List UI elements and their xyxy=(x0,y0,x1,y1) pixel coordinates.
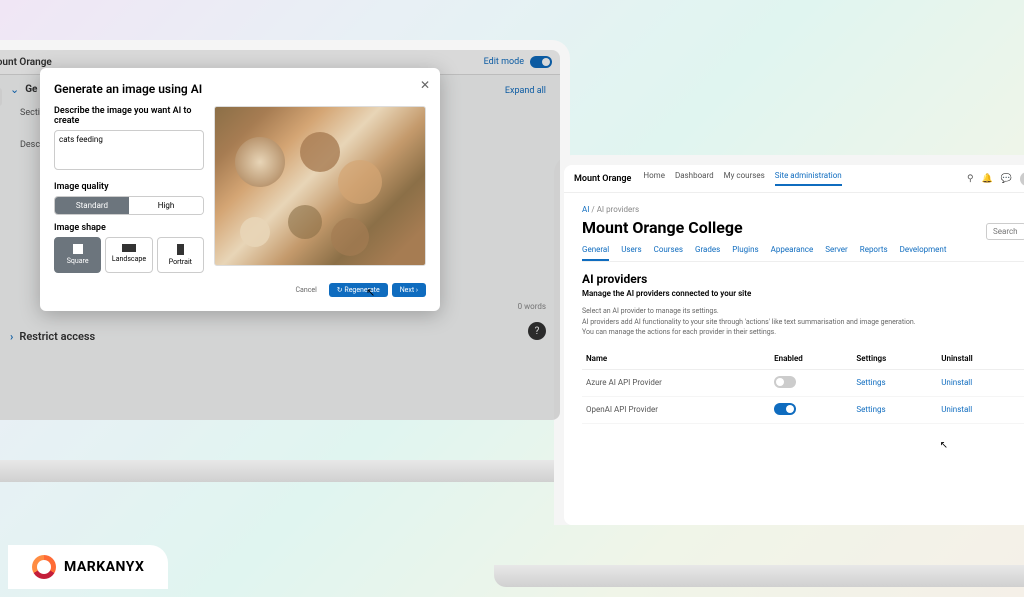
breadcrumb-current: AI providers xyxy=(597,205,639,214)
close-icon[interactable]: ✕ xyxy=(420,78,430,92)
nav-dashboard[interactable]: Dashboard xyxy=(675,171,714,186)
laptop-left: Mount Orange Edit mode ☰ Expand all ⌄ Ge… xyxy=(0,40,570,420)
logo-badge: MARKANYX xyxy=(8,545,168,589)
enabled-toggle[interactable] xyxy=(774,376,796,388)
screen-left: Mount Orange Edit mode ☰ Expand all ⌄ Ge… xyxy=(0,50,560,420)
tab-users[interactable]: Users xyxy=(621,245,641,255)
shape-square-button[interactable]: Square xyxy=(54,237,101,273)
uninstall-link[interactable]: Uninstall xyxy=(941,378,972,387)
shape-options: Square Landscape Portrait xyxy=(54,237,204,273)
table-row: Azure AI API Provider Settings Uninstall xyxy=(582,369,1024,396)
tab-grades[interactable]: Grades xyxy=(695,245,720,255)
quality-high-button[interactable]: High xyxy=(129,197,203,214)
modal-body: Describe the image you want AI to create… xyxy=(54,106,426,273)
nav-home[interactable]: Home xyxy=(643,171,665,186)
tab-appearance[interactable]: Appearance xyxy=(771,245,814,255)
tab-development[interactable]: Development xyxy=(900,245,947,255)
section-subtitle: Manage the AI providers connected to you… xyxy=(582,289,1024,298)
regenerate-button[interactable]: ↻ Regenerate xyxy=(329,283,388,297)
describe-input[interactable] xyxy=(54,130,204,170)
provider-name: OpenAI API Provider xyxy=(582,396,770,423)
modal-title: Generate an image using AI xyxy=(54,82,426,96)
breadcrumb: AI / AI providers xyxy=(582,205,1024,214)
modal-controls: Describe the image you want AI to create… xyxy=(54,106,204,273)
search-icon[interactable]: ⚲ xyxy=(967,174,974,184)
shape-label: Image shape xyxy=(54,223,204,233)
shape-portrait-button[interactable]: Portrait xyxy=(157,237,204,273)
content: AI / AI providers Mount Orange College G… xyxy=(564,193,1024,436)
modal-actions: Cancel ↻ Regenerate Next › xyxy=(54,283,426,297)
th-name: Name xyxy=(582,348,770,370)
screen-right: Mount Orange Home Dashboard My courses S… xyxy=(564,165,1024,525)
portrait-icon xyxy=(177,244,184,255)
section-title: AI providers xyxy=(582,272,1024,286)
laptop-right: Mount Orange Home Dashboard My courses S… xyxy=(554,155,1024,525)
th-uninstall: Uninstall xyxy=(937,348,1024,370)
enabled-toggle[interactable] xyxy=(774,403,796,415)
admin-subtabs: General Users Courses Grades Plugins App… xyxy=(582,245,1024,262)
settings-link[interactable]: Settings xyxy=(856,405,885,414)
uninstall-link[interactable]: Uninstall xyxy=(941,405,972,414)
providers-table: Name Enabled Settings Uninstall Azure AI… xyxy=(582,348,1024,424)
laptop-base xyxy=(494,565,1024,587)
tab-courses[interactable]: Courses xyxy=(654,245,683,255)
th-settings: Settings xyxy=(852,348,937,370)
topbar: Mount Orange Home Dashboard My courses S… xyxy=(564,165,1024,193)
shape-landscape-button[interactable]: Landscape xyxy=(105,237,152,273)
desc-line-1: Select an AI provider to manage its sett… xyxy=(582,306,1024,317)
settings-link[interactable]: Settings xyxy=(856,378,885,387)
cursor-icon: ↖ xyxy=(940,440,948,451)
table-row: OpenAI API Provider Settings Uninstall xyxy=(582,396,1024,423)
tab-general[interactable]: General xyxy=(582,245,609,261)
primary-nav: Home Dashboard My courses Site administr… xyxy=(643,171,841,186)
quality-segmented: Standard High xyxy=(54,196,204,215)
desc-line-3: You can manage the actions for each prov… xyxy=(582,327,1024,338)
search-input[interactable] xyxy=(986,223,1024,240)
describe-label: Describe the image you want AI to create xyxy=(54,106,204,126)
provider-name: Azure AI API Provider xyxy=(582,369,770,396)
tab-reports[interactable]: Reports xyxy=(860,245,888,255)
tab-plugins[interactable]: Plugins xyxy=(732,245,758,255)
chat-icon[interactable]: 💬 xyxy=(1001,174,1012,184)
quality-label: Image quality xyxy=(54,182,204,192)
landscape-icon xyxy=(122,244,136,252)
avatar[interactable] xyxy=(1020,172,1024,186)
nav-my-courses[interactable]: My courses xyxy=(724,171,765,186)
shape-portrait-label: Portrait xyxy=(169,258,192,266)
logo-icon xyxy=(32,555,56,579)
bell-icon[interactable]: 🔔 xyxy=(982,174,993,184)
quality-standard-button[interactable]: Standard xyxy=(55,197,129,214)
next-button[interactable]: Next › xyxy=(392,283,426,297)
section-description: Select an AI provider to manage its sett… xyxy=(582,306,1024,338)
th-enabled: Enabled xyxy=(770,348,852,370)
tab-server[interactable]: Server xyxy=(825,245,848,255)
desc-line-2: AI providers add AI functionality to you… xyxy=(582,317,1024,328)
square-icon xyxy=(73,244,83,254)
cancel-button[interactable]: Cancel xyxy=(287,283,324,297)
breadcrumb-sep: / xyxy=(589,205,596,214)
topbar-icons: ⚲ 🔔 💬 xyxy=(967,172,1024,186)
ai-image-modal: Generate an image using AI ✕ Describe th… xyxy=(40,68,440,311)
logo-text: MARKANYX xyxy=(64,559,144,575)
shape-landscape-label: Landscape xyxy=(112,255,146,263)
shape-square-label: Square xyxy=(67,257,89,265)
page-title: Mount Orange College xyxy=(582,218,1024,237)
nav-site-admin[interactable]: Site administration xyxy=(775,171,842,186)
laptop-base xyxy=(0,460,600,482)
site-name: Mount Orange xyxy=(574,174,631,184)
image-preview xyxy=(214,106,426,266)
